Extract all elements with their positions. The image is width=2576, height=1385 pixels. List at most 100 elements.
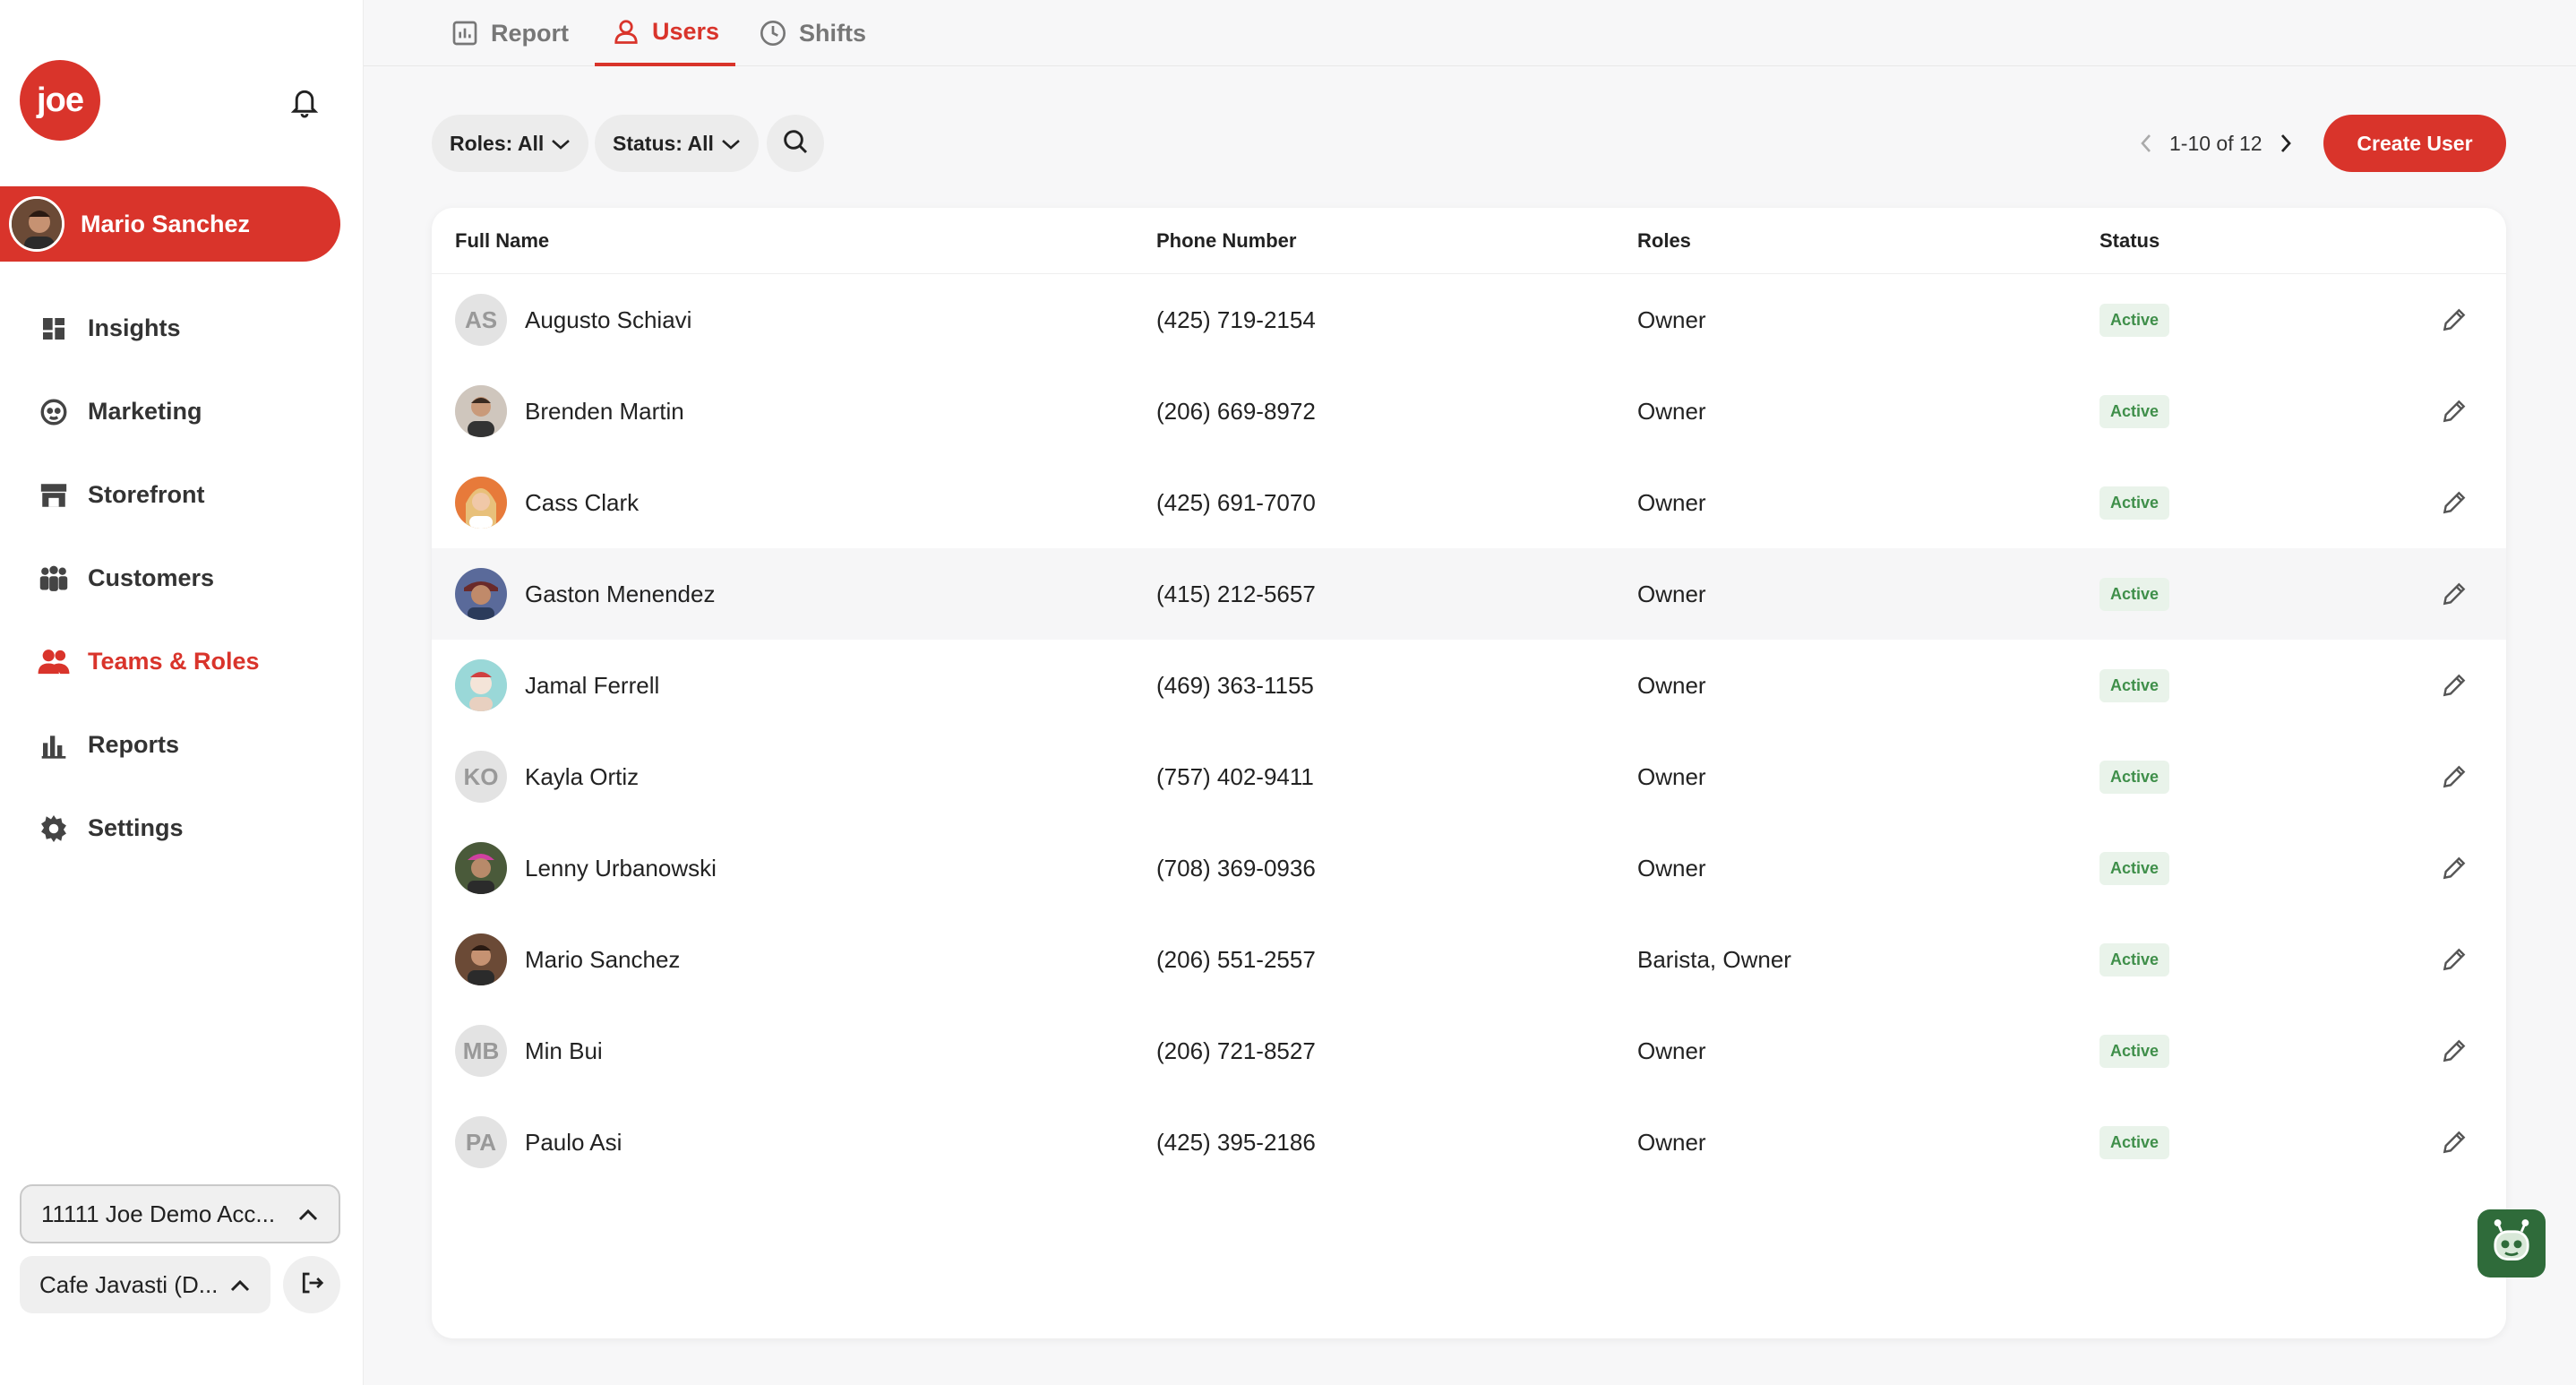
top-tabs: Report Users Shifts bbox=[364, 0, 2576, 66]
avatar: PA bbox=[455, 1116, 507, 1168]
avatar bbox=[9, 196, 64, 252]
sidebar-item-settings[interactable]: Settings bbox=[0, 787, 364, 870]
sidebar-item-label: Reports bbox=[88, 731, 180, 758]
edit-pencil-icon[interactable] bbox=[2434, 574, 2474, 614]
table-row[interactable]: Gaston Menendez (415) 212-5657 Owner Act… bbox=[432, 548, 2506, 640]
help-bot-button[interactable] bbox=[2477, 1209, 2546, 1277]
chevron-up-icon bbox=[297, 1200, 319, 1228]
column-header-phone[interactable]: Phone Number bbox=[1156, 229, 1296, 253]
sidebar-item-marketing[interactable]: Marketing bbox=[0, 370, 364, 453]
sidebar-item-label: Insights bbox=[88, 314, 181, 341]
joe-logo[interactable]: joe bbox=[20, 60, 100, 141]
chevron-down-icon bbox=[544, 132, 571, 156]
account-select-value: 11111 Joe Demo Acc... bbox=[41, 1200, 276, 1227]
user-name: Mario Sanchez bbox=[525, 945, 681, 973]
user-name: Kayla Ortiz bbox=[525, 762, 640, 790]
table-row[interactable]: MB Min Bui (206) 721-8527 Owner Active bbox=[432, 1005, 2506, 1097]
sidebar-item-storefront[interactable]: Storefront bbox=[0, 453, 364, 537]
user-roles: Owner bbox=[1637, 305, 1706, 333]
user-roles: Owner bbox=[1637, 1128, 1706, 1156]
table-row[interactable]: Mario Sanchez (206) 551-2557 Barista, Ow… bbox=[432, 914, 2506, 1005]
avatar-photo bbox=[455, 385, 507, 437]
user-phone: (425) 719-2154 bbox=[1156, 305, 1316, 333]
tab-shifts[interactable]: Shifts bbox=[758, 0, 866, 66]
edit-pencil-icon[interactable] bbox=[2434, 940, 2474, 979]
user-name: Gaston Menendez bbox=[525, 580, 716, 607]
current-user-button[interactable]: Mario Sanchez bbox=[0, 186, 340, 262]
table-header: Full Name Phone Number Roles Status bbox=[432, 208, 2506, 274]
edit-pencil-icon[interactable] bbox=[2434, 300, 2474, 340]
user-phone: (206) 551-2557 bbox=[1156, 945, 1316, 973]
user-name: Augusto Schiavi bbox=[525, 305, 692, 333]
search-button[interactable] bbox=[767, 115, 824, 172]
pagination-text: 1-10 of 12 bbox=[2169, 131, 2263, 155]
avatar-photo bbox=[455, 933, 507, 985]
user-roles: Owner bbox=[1637, 671, 1706, 699]
avatar-photo bbox=[455, 842, 507, 894]
edit-pencil-icon[interactable] bbox=[2434, 483, 2474, 522]
megaphone-icon bbox=[36, 394, 72, 430]
user-name: Min Bui bbox=[525, 1037, 603, 1064]
status-badge: Active bbox=[2099, 394, 2170, 428]
clock-icon bbox=[758, 18, 788, 48]
user-roles: Owner bbox=[1637, 397, 1706, 425]
table-row[interactable]: Cass Clark (425) 691-7070 Owner Active bbox=[432, 457, 2506, 548]
table-row[interactable]: PA Paulo Asi (425) 395-2186 Owner Active bbox=[432, 1097, 2506, 1188]
sidebar-item-customers[interactable]: Customers bbox=[0, 537, 364, 620]
bell-icon[interactable] bbox=[285, 82, 324, 122]
sidebar-item-label: Settings bbox=[88, 814, 184, 841]
status-badge: Active bbox=[2099, 1034, 2170, 1068]
logout-button[interactable] bbox=[283, 1256, 340, 1313]
edit-pencil-icon[interactable] bbox=[2434, 757, 2474, 796]
user-name: Brenden Martin bbox=[525, 397, 684, 425]
table-row[interactable]: Jamal Ferrell (469) 363-1155 Owner Activ… bbox=[432, 640, 2506, 731]
user-phone: (425) 395-2186 bbox=[1156, 1128, 1316, 1156]
status-badge: Active bbox=[2099, 577, 2170, 611]
status-filter[interactable]: Status: All bbox=[595, 115, 759, 172]
chevron-left-icon[interactable] bbox=[2132, 133, 2160, 154]
tab-report[interactable]: Report bbox=[450, 0, 569, 66]
create-user-button[interactable]: Create User bbox=[2323, 115, 2506, 172]
user-roles: Owner bbox=[1637, 580, 1706, 607]
edit-pencil-icon[interactable] bbox=[2434, 1031, 2474, 1071]
report-icon bbox=[450, 18, 480, 48]
table-row[interactable]: KO Kayla Ortiz (757) 402-9411 Owner Acti… bbox=[432, 731, 2506, 822]
store-select[interactable]: Cafe Javasti (D... bbox=[20, 1256, 270, 1313]
table-row[interactable]: Lenny Urbanowski (708) 369-0936 Owner Ac… bbox=[432, 822, 2506, 914]
sidebar-item-reports[interactable]: Reports bbox=[0, 703, 364, 787]
avatar-photo bbox=[455, 477, 507, 529]
sidebar-item-insights[interactable]: Insights bbox=[0, 287, 364, 370]
edit-pencil-icon[interactable] bbox=[2434, 848, 2474, 888]
user-roles: Barista, Owner bbox=[1637, 945, 1791, 973]
table-row[interactable]: AS Augusto Schiavi (425) 719-2154 Owner … bbox=[432, 274, 2506, 366]
sidebar-item-teams-roles[interactable]: Teams & Roles bbox=[0, 620, 364, 703]
avatar: AS bbox=[455, 294, 507, 346]
edit-pencil-icon[interactable] bbox=[2434, 391, 2474, 431]
gear-icon bbox=[36, 811, 72, 847]
user-roles: Owner bbox=[1637, 854, 1706, 882]
sidebar: joe Mario Sanchez Insights Marketing Sto… bbox=[0, 0, 364, 1385]
user-roles: Owner bbox=[1637, 1037, 1706, 1064]
chevron-right-icon[interactable] bbox=[2271, 133, 2300, 154]
account-select[interactable]: 11111 Joe Demo Acc... bbox=[20, 1184, 340, 1243]
user-icon bbox=[611, 16, 641, 47]
table-row[interactable]: Brenden Martin (206) 669-8972 Owner Acti… bbox=[432, 366, 2506, 457]
avatar: MB bbox=[455, 1025, 507, 1077]
status-badge: Active bbox=[2099, 668, 2170, 702]
sidebar-item-label: Customers bbox=[88, 564, 215, 591]
roles-filter[interactable]: Roles: All bbox=[432, 115, 589, 172]
column-header-roles[interactable]: Roles bbox=[1637, 229, 1691, 253]
user-roles: Owner bbox=[1637, 762, 1706, 790]
store-icon bbox=[36, 477, 72, 513]
edit-pencil-icon[interactable] bbox=[2434, 666, 2474, 705]
column-header-status[interactable]: Status bbox=[2099, 229, 2160, 253]
user-phone: (206) 721-8527 bbox=[1156, 1037, 1316, 1064]
tab-label: Shifts bbox=[799, 19, 867, 47]
tab-users[interactable]: Users bbox=[595, 0, 736, 66]
user-phone: (708) 369-0936 bbox=[1156, 854, 1316, 882]
edit-pencil-icon[interactable] bbox=[2434, 1123, 2474, 1162]
chevron-down-icon bbox=[714, 132, 741, 156]
status-badge: Active bbox=[2099, 303, 2170, 337]
user-phone: (425) 691-7070 bbox=[1156, 488, 1316, 516]
column-header-full-name[interactable]: Full Name bbox=[455, 229, 549, 253]
